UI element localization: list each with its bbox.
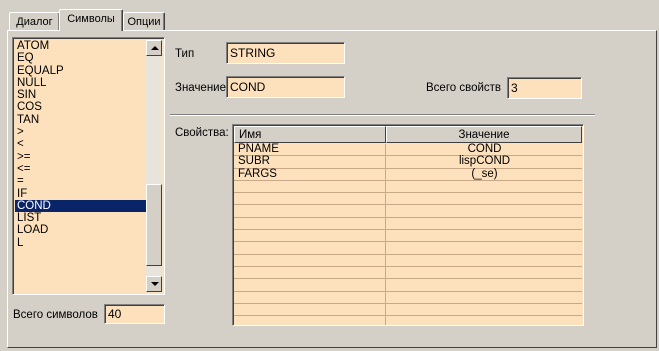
total-symbols-field[interactable]: 40 [104,304,165,324]
list-item[interactable]: COND [15,199,148,213]
cell-name: PNAME [238,143,279,155]
list-item[interactable]: <= [15,163,148,175]
cell-value: lispCOND [458,155,511,168]
grid-rows: PNAME COND SUBR lispCOND FARGS (_se) [234,143,582,325]
list-item[interactable]: < [15,138,148,150]
value-label: Значение [175,82,226,94]
column-header-value[interactable]: Значение [386,126,582,143]
listbox-scrollbar[interactable] [146,40,162,292]
list-item[interactable]: >= [15,151,148,163]
list-item[interactable]: LOAD [15,224,148,236]
list-item[interactable]: L [15,237,148,249]
table-row[interactable]: SUBR lispCOND [234,155,582,169]
cell-name: SUBR [238,155,270,168]
list-item[interactable]: EQ [15,52,148,64]
scroll-thumb[interactable] [146,184,162,266]
table-row[interactable] [234,205,582,218]
column-header-label: Значение [458,129,510,141]
cell-value: COND [467,143,502,155]
list-item[interactable]: EQUALP [15,65,148,77]
scroll-up-button[interactable] [146,40,162,56]
table-row[interactable] [234,292,582,304]
separator [170,114,595,116]
list-item[interactable]: SIN [15,89,148,101]
list-item[interactable]: IF [15,188,148,200]
tab-label: Символы [67,13,115,25]
table-row[interactable]: PNAME COND [234,143,582,157]
grid-header: Имя Значение [234,126,582,143]
table-row[interactable] [234,316,582,325]
symbol-listbox[interactable]: ATOM EQ EQUALP NULL SIN COS TAN > < >= <= = IF COND LI… [12,37,165,295]
list-item[interactable]: NULL [15,77,148,89]
tab-label: Опции [127,16,161,28]
column-header-label: Имя [239,129,262,141]
total-properties-field[interactable]: 3 [507,77,582,99]
list-item[interactable]: TAN [15,114,148,126]
table-row[interactable] [234,255,582,267]
symbol-list: ATOM EQ EQUALP NULL SIN COS TAN > < >= <= = IF COND LI… [15,40,148,249]
scroll-down-button[interactable] [146,276,162,292]
table-row[interactable]: FARGS (_se) [234,167,582,181]
table-row[interactable] [234,279,582,292]
list-item[interactable]: = [15,175,148,187]
type-field[interactable]: STRING [226,42,345,64]
type-label: Тип [175,48,195,60]
table-row[interactable] [234,181,582,194]
table-row[interactable] [234,193,582,206]
list-item[interactable]: COS [15,101,148,113]
table-row[interactable] [234,242,582,255]
list-item[interactable]: > [15,126,148,138]
table-row[interactable] [234,230,582,243]
table-row[interactable] [234,267,582,280]
list-item[interactable]: LIST [15,212,148,224]
properties-grid[interactable]: Имя Значение PNAME COND SUBR lispCOND FARGS (… [232,124,584,326]
value-field[interactable]: COND [226,76,345,98]
tab-options[interactable]: Опции [123,12,165,31]
properties-label: Свойства: [175,127,229,139]
tab-symbols[interactable]: Символы [59,9,123,31]
arrow-up-icon [151,46,159,50]
total-properties-label: Всего свойств [426,82,502,94]
list-item[interactable]: ATOM [15,40,148,52]
column-header-name[interactable]: Имя [234,126,386,143]
arrow-down-icon [151,282,159,286]
tab-dialog[interactable]: Диалог [9,12,60,31]
tab-label: Диалог [16,16,53,28]
cell-name: FARGS [238,167,277,180]
total-symbols-label: Всего символов [13,309,98,321]
cell-value: (_se) [471,167,498,180]
table-row[interactable] [234,218,582,231]
table-row[interactable] [234,304,582,317]
